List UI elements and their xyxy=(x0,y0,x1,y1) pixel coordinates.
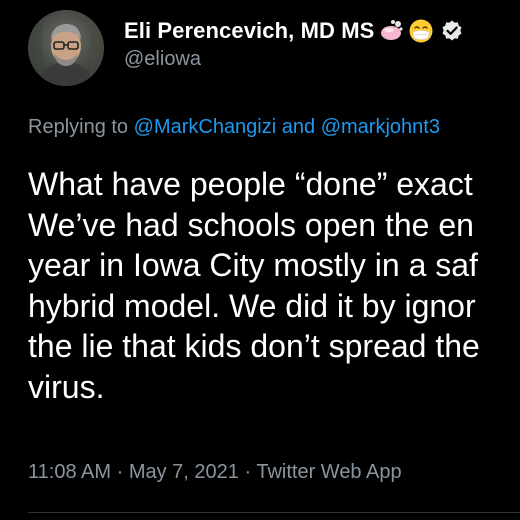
tweet-text-line: What have people “done” exact xyxy=(28,166,473,202)
tweet-text: What have people “done” exact We’ve had … xyxy=(28,164,520,407)
mention-conjunction: and xyxy=(281,116,316,138)
tweet-date[interactable]: May 7, 2021 xyxy=(129,461,239,483)
soap-icon xyxy=(378,18,404,44)
tweet-source[interactable]: Twitter Web App xyxy=(256,461,401,483)
author-handle[interactable]: @eliowa xyxy=(124,48,201,71)
tweet-text-line: virus. xyxy=(28,368,105,405)
tweet-text-line: hybrid model. We did it by ignor xyxy=(28,287,476,324)
avatar[interactable] xyxy=(28,10,104,86)
tweet-time[interactable]: 11:08 AM xyxy=(28,461,111,483)
author-name-row[interactable]: Eli Perencevich, MD MS xyxy=(124,16,464,46)
tweet-text-line: year in Iowa City mostly in a saf xyxy=(28,247,478,283)
tweet-detail: Eli Perencevich, MD MS @eliowa Replying … xyxy=(0,0,520,520)
mention-link-markchangizi[interactable]: @MarkChangizi xyxy=(134,116,277,138)
mask-face-icon xyxy=(408,18,434,44)
replying-to: Replying to @MarkChangizi and @markjohnt… xyxy=(28,116,440,139)
meta-separator: · xyxy=(116,461,124,483)
meta-separator: · xyxy=(244,461,252,483)
tweet-text-line: the lie that kids don’t spread the xyxy=(28,328,480,364)
verified-badge-icon xyxy=(440,19,464,43)
avatar-photo-icon xyxy=(28,10,104,86)
mention-link-markjohnt3[interactable]: @markjohnt3 xyxy=(321,116,440,138)
author-display-name[interactable]: Eli Perencevich, MD MS xyxy=(124,18,374,44)
divider xyxy=(28,512,520,513)
replying-prefix: Replying to xyxy=(28,116,129,138)
tweet-text-line: We’ve had schools open the en xyxy=(28,206,474,243)
tweet-metadata: 11:08 AM · May 7, 2021 · Twitter Web App xyxy=(28,461,402,484)
